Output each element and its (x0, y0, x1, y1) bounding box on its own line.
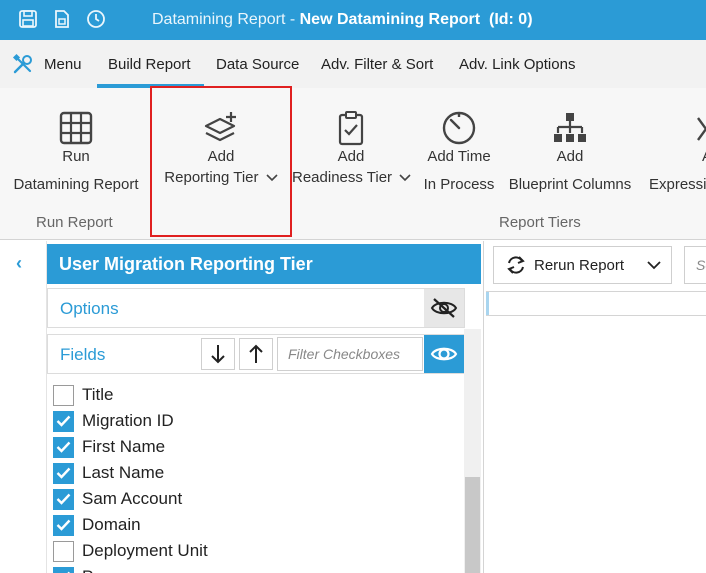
pane-divider[interactable] (483, 241, 484, 573)
field-checkbox-row[interactable]: Migration ID (53, 410, 174, 432)
menu-button[interactable]: Menu (12, 52, 82, 76)
timer-icon (442, 111, 476, 145)
field-label: Last Name (82, 463, 165, 482)
window-title: Datamining Report - New Datamining Repor… (152, 11, 533, 29)
group-label-run-report: Run Report (36, 214, 113, 231)
hierarchy-icon (554, 113, 586, 142)
rerun-report-button[interactable]: Rerun Report (493, 246, 672, 284)
check-icon (56, 519, 71, 531)
tier-panel: User Migration Reporting Tier Options Fi… (47, 241, 481, 573)
checklist-scrollbar[interactable] (464, 329, 481, 573)
search-input[interactable]: Se (684, 246, 706, 284)
scrollbar-thumb[interactable] (465, 477, 480, 573)
field-label: Sam Account (82, 489, 183, 508)
grid-icon (59, 111, 93, 145)
chevron-left-icon[interactable]: ‹ (16, 253, 22, 274)
field-checkbox-row[interactable]: Process (53, 566, 143, 573)
add-blueprint-columns-button[interactable]: Add Blueprint Columns (506, 110, 634, 195)
save-as-icon[interactable] (52, 9, 72, 29)
sort-up-button[interactable] (239, 338, 273, 370)
field-label: Deployment Unit (82, 541, 208, 560)
add-readiness-tier-line1: Add (337, 148, 365, 165)
rerun-report-label: Rerun Report (534, 256, 625, 274)
fields-label: Fields (60, 345, 106, 364)
field-checkbox-row[interactable]: First Name (53, 436, 165, 458)
sort-down-button[interactable] (201, 338, 235, 370)
cross-icon (697, 117, 706, 141)
fields-checklist: Title Migration ID First Name Last Name Sam … (47, 376, 465, 573)
add-time-line1: Add Time (427, 148, 491, 165)
eye-off-icon[interactable] (424, 289, 464, 327)
checkbox-checked[interactable] (53, 488, 74, 510)
options-label: Options (60, 299, 119, 318)
add-blueprint-line2: Blueprint Columns (508, 176, 632, 193)
check-icon (56, 415, 71, 427)
title-bar: Datamining Report - New Datamining Repor… (0, 0, 706, 40)
tab-adv-link-options[interactable]: Adv. Link Options (459, 56, 575, 73)
options-section[interactable]: Options (47, 288, 465, 328)
add-blueprint-line1: Add (556, 148, 584, 165)
field-checkbox-row[interactable]: Deployment Unit (53, 540, 208, 562)
field-checkbox-row[interactable]: Domain (53, 514, 141, 536)
report-grid-header (486, 291, 706, 316)
ribbon: Run Datamining Report Add Reporting Tier… (0, 88, 706, 240)
tier-panel-title: User Migration Reporting Tier (47, 244, 481, 284)
tools-icon (12, 53, 32, 74)
checkbox-checked[interactable] (53, 514, 74, 536)
refresh-icon (507, 256, 525, 274)
arrow-up-icon (249, 344, 263, 363)
field-label: Migration ID (82, 411, 174, 430)
checkbox-checked[interactable] (53, 566, 74, 573)
field-checkbox-row[interactable]: Last Name (53, 462, 164, 484)
add-time-in-process-button[interactable]: Add Time In Process (418, 110, 500, 195)
field-checkbox-row[interactable]: Title (53, 384, 114, 406)
window-title-main: New Datamining Report (299, 11, 481, 28)
checkbox-checked[interactable] (53, 410, 74, 432)
menu-label: Menu (44, 55, 82, 73)
add-expression-line1: A (648, 146, 706, 167)
check-icon (56, 493, 71, 505)
selection-marker (486, 292, 489, 315)
chevron-down-icon (399, 174, 411, 182)
tab-adv-filter-sort[interactable]: Adv. Filter & Sort (321, 56, 433, 73)
highlight-box (150, 86, 292, 237)
run-button-line1: Run (62, 148, 90, 165)
run-datamining-report-button[interactable]: Run Datamining Report (12, 110, 140, 195)
add-expression-button[interactable]: A Expressio (648, 110, 706, 195)
add-expression-line2: Expressio (649, 176, 706, 193)
group-label-report-tiers: Report Tiers (499, 214, 581, 231)
field-label: Title (82, 385, 114, 404)
check-icon (56, 441, 71, 453)
chevron-down-icon (647, 261, 661, 270)
add-readiness-tier-button[interactable]: Add Readiness Tier (292, 110, 411, 188)
add-readiness-tier-line2: Readiness Tier (292, 169, 393, 186)
field-checkbox-row[interactable]: Sam Account (53, 488, 182, 510)
window-title-id: (Id: 0) (488, 11, 533, 28)
filter-checkboxes-input[interactable] (277, 337, 423, 371)
menu-bar: Menu Build Report Data Source Adv. Filte… (0, 40, 706, 88)
arrow-down-icon (211, 345, 225, 364)
history-icon[interactable] (86, 9, 106, 29)
check-icon (56, 467, 71, 479)
clipboard-check-icon (338, 111, 364, 146)
add-time-line2: In Process (423, 176, 495, 193)
run-button-line2: Datamining Report (13, 176, 139, 193)
field-label: First Name (82, 437, 166, 456)
checkbox-checked[interactable] (53, 436, 74, 458)
window-title-prefix: Datamining Report - (152, 11, 300, 28)
checkbox-unchecked[interactable] (53, 540, 74, 562)
eye-icon[interactable] (424, 335, 464, 373)
left-collapse-rail: ‹ (0, 241, 47, 573)
field-label: Process (82, 567, 143, 573)
tab-data-source[interactable]: Data Source (216, 56, 299, 73)
checkbox-checked[interactable] (53, 462, 74, 484)
tab-build-report[interactable]: Build Report (108, 56, 191, 73)
save-icon[interactable] (18, 9, 38, 29)
field-label: Domain (82, 515, 141, 534)
checkbox-unchecked[interactable] (53, 384, 74, 406)
fields-section: Fields (47, 334, 465, 374)
add-readiness-tier-line2-wrap: Readiness Tier (292, 167, 411, 188)
